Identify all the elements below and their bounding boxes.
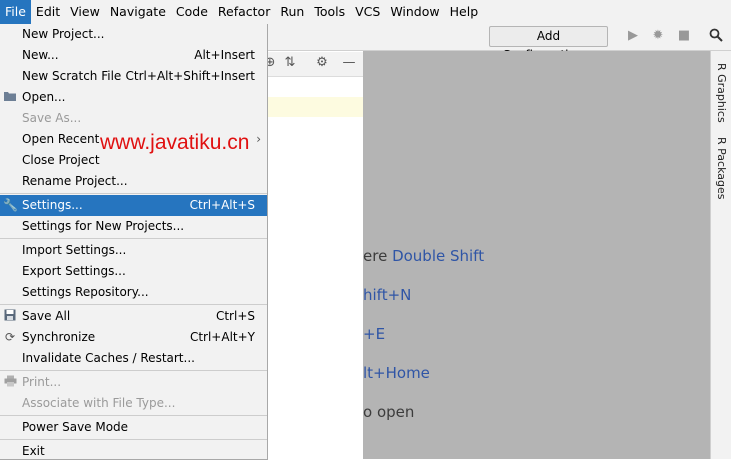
menu-item-label: Invalidate Caches / Restart... bbox=[22, 351, 195, 365]
print-icon bbox=[3, 375, 17, 389]
hint-drop-files: o open bbox=[363, 403, 414, 421]
menu-item-shortcut: Alt+Insert bbox=[194, 48, 255, 62]
run-icon[interactable]: ▶ bbox=[625, 28, 641, 44]
menu-item-label: Power Save Mode bbox=[22, 420, 129, 434]
sync-icon: ⟳ bbox=[4, 330, 16, 344]
menu-item-shortcut: Ctrl+S bbox=[215, 309, 255, 323]
menu-item-label: Settings... bbox=[22, 198, 83, 212]
menu-item-label: New Scratch File bbox=[22, 69, 122, 83]
menu-item-save-all[interactable]: Save All Ctrl+S bbox=[0, 306, 267, 327]
menu-item-label: Settings for New Projects... bbox=[22, 219, 185, 233]
menu-file[interactable]: File bbox=[0, 0, 31, 24]
project-panel bbox=[268, 77, 363, 459]
minimize-icon[interactable]: — bbox=[341, 55, 357, 71]
menu-item-label: New... bbox=[22, 48, 59, 62]
menu-item-save-as: Save As... bbox=[0, 108, 267, 129]
hint-text: o open bbox=[363, 403, 415, 421]
menu-run[interactable]: Run bbox=[275, 0, 309, 24]
menu-item-print: Print... bbox=[0, 372, 267, 393]
hint-go-to-file: hift+N bbox=[363, 286, 411, 304]
menu-item-rename-project[interactable]: Rename Project... bbox=[0, 171, 267, 192]
menu-item-label: Open Recent bbox=[22, 132, 100, 146]
menu-refactor[interactable]: Refactor bbox=[213, 0, 275, 24]
menu-item-export-settings[interactable]: Export Settings... bbox=[0, 261, 267, 282]
menu-item-label: Close Project bbox=[22, 153, 100, 167]
menu-item-label: Save As... bbox=[22, 111, 82, 125]
menu-item-associate-file-type: Associate with File Type... bbox=[0, 393, 267, 414]
watermark-text: www.javatiku.cn bbox=[100, 131, 250, 154]
menu-item-shortcut: Ctrl+Alt+Shift+Insert bbox=[125, 69, 255, 83]
collapse-icon[interactable]: ⇅ bbox=[282, 55, 298, 71]
hint-key: Double Shift bbox=[392, 247, 485, 265]
menu-separator bbox=[0, 439, 267, 440]
hint-key: +E bbox=[363, 325, 386, 343]
tab-r-packages[interactable]: R Packages bbox=[715, 137, 728, 199]
menu-item-label: Settings Repository... bbox=[22, 285, 149, 299]
wrench-icon: 🔧 bbox=[3, 198, 18, 212]
submenu-arrow-icon: › bbox=[256, 132, 261, 146]
hint-key: hift+N bbox=[363, 286, 412, 304]
menu-item-settings-repository[interactable]: Settings Repository... bbox=[0, 282, 267, 303]
menu-item-shortcut: Ctrl+Alt+Y bbox=[189, 330, 255, 344]
menu-tools[interactable]: Tools bbox=[309, 0, 350, 24]
project-panel-header: ⊕ ⇅ ⚙ — bbox=[265, 52, 363, 77]
add-configuration-button[interactable]: Add Configuration... bbox=[489, 26, 608, 62]
menu-item-new-project[interactable]: New Project... bbox=[0, 24, 267, 45]
hint-navigation-bar: lt+Home bbox=[363, 364, 430, 382]
menu-item-invalidate-caches[interactable]: Invalidate Caches / Restart... bbox=[0, 348, 267, 369]
menu-item-open[interactable]: Open... bbox=[0, 87, 267, 108]
menu-edit[interactable]: Edit bbox=[31, 0, 65, 24]
menu-view[interactable]: View bbox=[65, 0, 105, 24]
menu-item-settings[interactable]: 🔧 Settings... Ctrl+Alt+S bbox=[0, 195, 267, 216]
menu-bar: File Edit View Navigate Code Refactor Ru… bbox=[0, 0, 731, 25]
menu-item-label: Open... bbox=[22, 90, 66, 104]
menu-item-new-scratch-file[interactable]: New Scratch File Ctrl+Alt+Shift+Insert bbox=[0, 66, 267, 87]
stop-icon[interactable]: ■ bbox=[676, 28, 692, 44]
file-menu-dropdown: New Project... New... Alt+Insert New Scr… bbox=[0, 24, 268, 460]
menu-separator bbox=[0, 193, 267, 194]
menu-item-label: Print... bbox=[22, 375, 62, 389]
menu-item-import-settings[interactable]: Import Settings... bbox=[0, 240, 267, 261]
menu-help[interactable]: Help bbox=[445, 0, 484, 24]
menu-item-label: Save All bbox=[22, 309, 71, 323]
menu-item-shortcut: Ctrl+Alt+S bbox=[189, 198, 255, 212]
menu-item-label: New Project... bbox=[22, 27, 105, 41]
right-tool-strip: R Graphics R Packages bbox=[710, 51, 731, 459]
menu-item-label: Import Settings... bbox=[22, 243, 127, 257]
menu-navigate[interactable]: Navigate bbox=[105, 0, 171, 24]
menu-item-settings-new-projects[interactable]: Settings for New Projects... bbox=[0, 216, 267, 237]
search-icon[interactable] bbox=[708, 28, 724, 44]
menu-item-label: Synchronize bbox=[22, 330, 96, 344]
folder-icon bbox=[3, 90, 17, 104]
tab-r-graphics[interactable]: R Graphics bbox=[715, 63, 728, 123]
menu-vcs[interactable]: VCS bbox=[350, 0, 385, 24]
menu-item-label: Associate with File Type... bbox=[22, 396, 176, 410]
debug-icon[interactable]: ✹ bbox=[650, 28, 666, 44]
menu-item-synchronize[interactable]: ⟳ Synchronize Ctrl+Alt+Y bbox=[0, 327, 267, 348]
menu-item-power-save-mode[interactable]: Power Save Mode bbox=[0, 417, 267, 438]
hint-text: ere bbox=[363, 247, 393, 265]
menu-separator bbox=[0, 304, 267, 305]
menu-window[interactable]: Window bbox=[385, 0, 444, 24]
menu-item-label: Export Settings... bbox=[22, 264, 126, 278]
menu-separator bbox=[0, 370, 267, 371]
save-icon bbox=[3, 309, 17, 323]
menu-separator bbox=[0, 415, 267, 416]
project-selected-row[interactable] bbox=[268, 97, 363, 117]
hint-search-everywhere: ere Double Shift bbox=[363, 247, 484, 265]
menu-code[interactable]: Code bbox=[171, 0, 213, 24]
menu-separator bbox=[0, 238, 267, 239]
gear-icon[interactable]: ⚙ bbox=[314, 55, 330, 71]
hint-recent-files: +E bbox=[363, 325, 385, 343]
hint-key: lt+Home bbox=[363, 364, 430, 382]
menu-item-new[interactable]: New... Alt+Insert bbox=[0, 45, 267, 66]
menu-item-label: Rename Project... bbox=[22, 174, 128, 188]
main-toolbar: Add Configuration... ▶ ✹ ■ bbox=[268, 24, 731, 62]
